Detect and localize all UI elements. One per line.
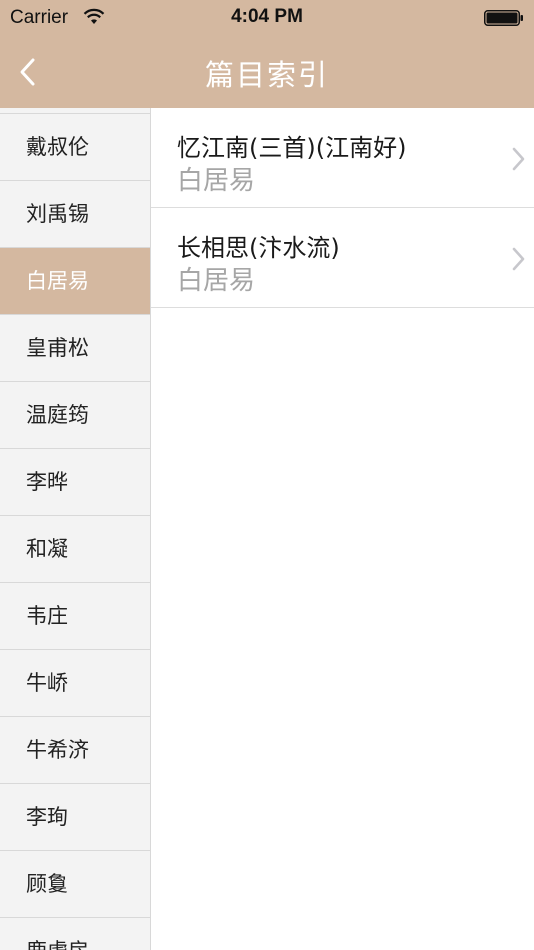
- chevron-right-icon: [512, 247, 525, 271]
- status-bar: Carrier 4:04 PM: [0, 0, 534, 38]
- sidebar-item-li-xun[interactable]: 李珣: [0, 784, 150, 851]
- nav-bar: 篇目索引: [0, 38, 534, 108]
- sidebar-item-lu-qianyi[interactable]: 鹿虔扆: [0, 918, 150, 950]
- sidebar-item-bai-juyi[interactable]: 白居易: [0, 248, 150, 315]
- sidebar-item-huangfu-song[interactable]: 皇甫松: [0, 315, 150, 382]
- poem-title: 长相思(汴水流): [177, 234, 340, 262]
- poem-title: 忆江南(三首)(江南好): [177, 134, 407, 162]
- author-sidebar[interactable]: 戴叔伦 刘禹锡 白居易 皇甫松 温庭筠 李晔 和凝 韦庄 牛峤 牛希济 李珣 顾…: [0, 108, 151, 950]
- sidebar-item-liu-yuxi[interactable]: 刘禹锡: [0, 181, 150, 248]
- sidebar-item-niu-qiao[interactable]: 牛峤: [0, 650, 150, 717]
- clock: 4:04 PM: [231, 6, 303, 27]
- poem-author: 白居易: [177, 166, 256, 196]
- page-title: 篇目索引: [204, 58, 329, 92]
- sidebar-item-wei-zhuang[interactable]: 韦庄: [0, 583, 150, 650]
- sidebar-item-dai-shulun[interactable]: 戴叔伦: [0, 114, 150, 181]
- poem-list: 忆江南(三首)(江南好) 白居易 长相思(汴水流) 白居易: [151, 108, 534, 950]
- poem-row[interactable]: 长相思(汴水流) 白居易: [151, 208, 534, 308]
- sidebar-item-he-ning[interactable]: 和凝: [0, 516, 150, 583]
- sidebar-item-niu-xiji[interactable]: 牛希济: [0, 717, 150, 784]
- sidebar-item-li-ye[interactable]: 李晔: [0, 449, 150, 516]
- app-header: Carrier 4:04 PM 篇目索引: [0, 0, 534, 108]
- poem-row[interactable]: 忆江南(三首)(江南好) 白居易: [151, 108, 534, 208]
- battery-icon: [484, 10, 523, 26]
- poem-author: 白居易: [177, 266, 256, 296]
- sidebar-item-wen-tingyun[interactable]: 温庭筠: [0, 382, 150, 449]
- sidebar-item-gu-xiong[interactable]: 顾敻: [0, 851, 150, 918]
- chevron-right-icon: [512, 147, 525, 171]
